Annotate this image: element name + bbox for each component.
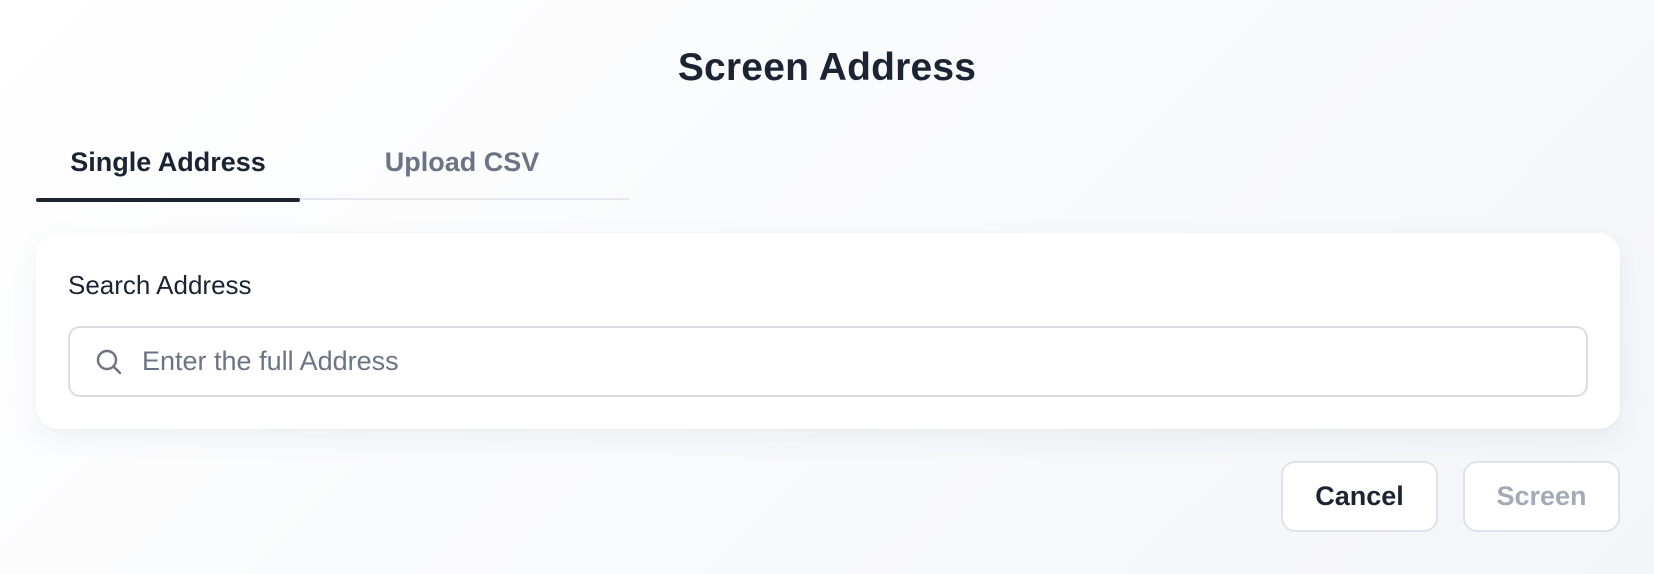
search-address-label: Search Address <box>68 270 252 300</box>
search-icon <box>94 347 124 377</box>
screen-button[interactable]: Screen <box>1463 461 1620 532</box>
tab-upload-csv[interactable]: Upload CSV <box>330 124 594 200</box>
tab-single-address[interactable]: Single Address <box>36 124 300 202</box>
search-address-input[interactable] <box>140 330 1544 393</box>
tab-bar: Single Address Upload CSV <box>36 124 629 202</box>
dialog-title: Screen Address <box>677 46 977 89</box>
search-address-field[interactable] <box>68 326 1588 397</box>
cancel-button[interactable]: Cancel <box>1281 461 1438 532</box>
search-address-card: Search Address <box>36 233 1620 429</box>
